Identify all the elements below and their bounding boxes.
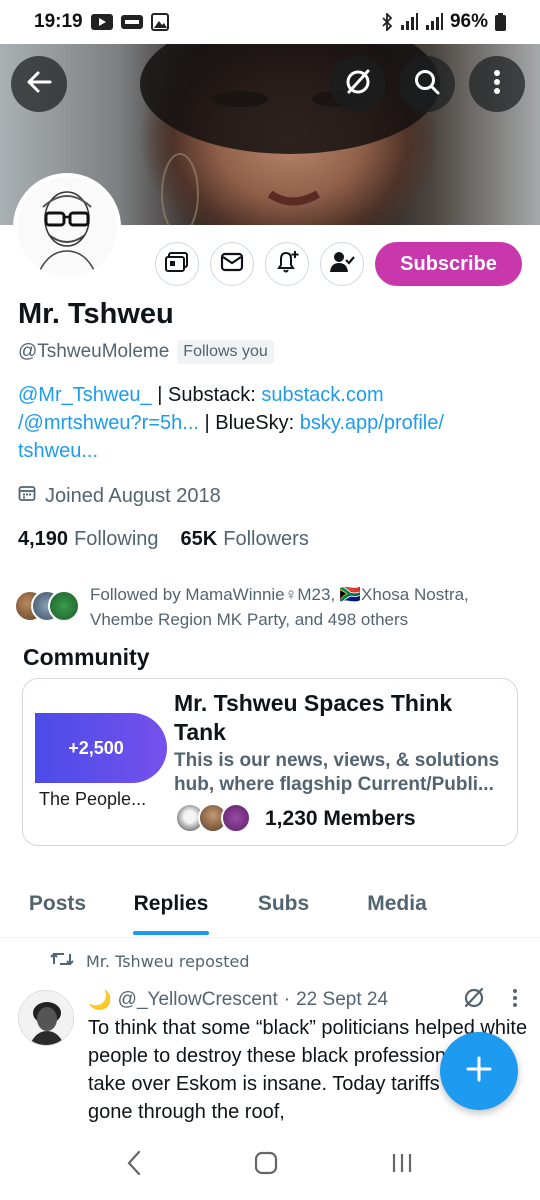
bluetooth-icon — [381, 13, 393, 31]
status-left: 19:19 — [34, 11, 169, 33]
community-section-title: Community — [23, 644, 150, 670]
back-button[interactable] — [11, 56, 67, 112]
gallery-icon — [150, 13, 169, 31]
status-time: 19:19 — [34, 11, 83, 32]
profile-name: Mr. Tshweu — [18, 298, 174, 330]
joined-row: Joined August 2018 — [18, 484, 221, 508]
community-card[interactable]: +2,500 The People... Mr. Tshweu Spaces T… — [22, 678, 518, 846]
back-icon — [25, 70, 53, 99]
notification-icon — [120, 14, 143, 30]
active-tab-indicator — [133, 931, 209, 935]
follower-avatar — [48, 590, 80, 622]
following-label: Following — [74, 528, 159, 550]
plus-icon — [464, 1054, 494, 1089]
bio-separator: | Substack: — [151, 384, 262, 406]
tab-label: Media — [367, 892, 427, 915]
message-icon — [220, 252, 244, 277]
tab-label: Subs — [257, 892, 310, 915]
bio-separator: | BlueSky: — [198, 412, 300, 434]
card-icon — [165, 251, 189, 278]
following-button[interactable] — [320, 242, 364, 286]
community-members-count: 1,230 Members — [265, 807, 416, 830]
profile-tabs: Posts Replies Subs Media — [0, 872, 540, 938]
profile-avatar[interactable] — [13, 173, 121, 281]
status-right: 96% — [381, 11, 506, 33]
search-button[interactable] — [399, 56, 455, 112]
community-thumbnail: +2,500 The People... — [35, 693, 173, 817]
more-button[interactable] — [469, 56, 525, 112]
handle-row: @TshweuMoleme Follows you — [18, 340, 274, 364]
tweet-separator: · — [283, 989, 291, 1010]
notify-icon — [274, 249, 300, 280]
followed-by-avatars — [14, 590, 80, 624]
tweet-author-handle[interactable]: @_YellowCrescent — [118, 989, 278, 1011]
profile-bio: @Mr_Tshweu_ | Substack: substack.com /@m… — [18, 381, 518, 465]
avatar-sketch-image — [17, 177, 117, 277]
follow-counts: 4,190 Following 65K Followers — [18, 528, 309, 551]
tweet-header: 🌙 @_YellowCrescent · 22 Sept 24 — [88, 988, 388, 1012]
compose-button[interactable] — [440, 1032, 518, 1110]
member-avatar — [221, 803, 251, 833]
signal-icon — [400, 13, 418, 31]
tab-posts[interactable]: Posts — [0, 872, 115, 937]
moon-emoji: 🌙 — [88, 990, 112, 1011]
status-bar: 19:19 96% — [0, 0, 540, 44]
followers-label: Followers — [223, 528, 309, 550]
message-button[interactable] — [210, 242, 254, 286]
more-icon[interactable] — [512, 988, 518, 1013]
community-thumb-pill: +2,500 — [35, 713, 167, 783]
signal-icon — [425, 13, 443, 31]
follows-you-badge: Follows you — [177, 340, 274, 364]
profile-handle: @TshweuMoleme — [18, 341, 170, 362]
youtube-icon — [90, 14, 113, 30]
card-button[interactable] — [155, 242, 199, 286]
repost-label: Mr. Tshweu reposted — [86, 951, 250, 971]
grok-button[interactable] — [330, 56, 386, 112]
tab-subs[interactable]: Subs — [227, 872, 340, 937]
nav-back-button[interactable] — [126, 1150, 142, 1181]
member-avatars — [175, 803, 255, 835]
repost-indicator: Mr. Tshweu reposted — [50, 950, 249, 972]
followers-count: 65K — [180, 528, 218, 550]
community-name: Mr. Tshweu Spaces Think Tank — [174, 690, 453, 745]
community-thumb-label: The People... — [39, 789, 147, 809]
nav-recents-button[interactable] — [390, 1151, 414, 1180]
subscribe-button[interactable]: Subscribe — [375, 242, 522, 286]
nav-home-button[interactable] — [253, 1150, 279, 1181]
tab-label: Posts — [28, 892, 87, 915]
profile-action-row: Subscribe — [155, 242, 522, 286]
community-description: This is our news, views, & solutions hub… — [174, 750, 500, 795]
tab-replies[interactable]: Replies — [115, 872, 227, 937]
following-icon — [329, 250, 355, 279]
joined-date: Joined August 2018 — [45, 484, 221, 507]
followed-by-text: Followed by MamaWinnie♀M23, 🇿🇦Xhosa Nost… — [90, 585, 469, 629]
notify-button[interactable] — [265, 242, 309, 286]
grok-icon[interactable] — [462, 986, 486, 1015]
bio-mention-link[interactable]: @Mr_Tshweu_ — [18, 384, 152, 406]
grok-icon — [343, 67, 373, 102]
tweet-author-avatar[interactable] — [18, 990, 74, 1046]
repost-icon — [50, 950, 74, 972]
battery-icon — [495, 13, 506, 31]
tweet-date[interactable]: 22 Sept 24 — [296, 989, 388, 1011]
followed-by-row[interactable]: Followed by MamaWinnie♀M23, 🇿🇦Xhosa Nost… — [14, 582, 510, 632]
tweet-author-image — [19, 991, 73, 1045]
following-link[interactable]: 4,190 Following — [18, 528, 159, 551]
followers-link[interactable]: 65K Followers — [181, 528, 309, 551]
community-members-row: 1,230 Members — [175, 803, 416, 835]
more-icon — [493, 69, 501, 100]
system-navigation-bar — [0, 1130, 540, 1200]
calendar-icon — [18, 484, 36, 508]
tab-media[interactable]: Media — [340, 872, 454, 937]
search-icon — [413, 68, 441, 101]
following-count: 4,190 — [18, 528, 69, 550]
battery-text: 96% — [449, 11, 488, 32]
tweet-actions — [462, 986, 518, 1015]
